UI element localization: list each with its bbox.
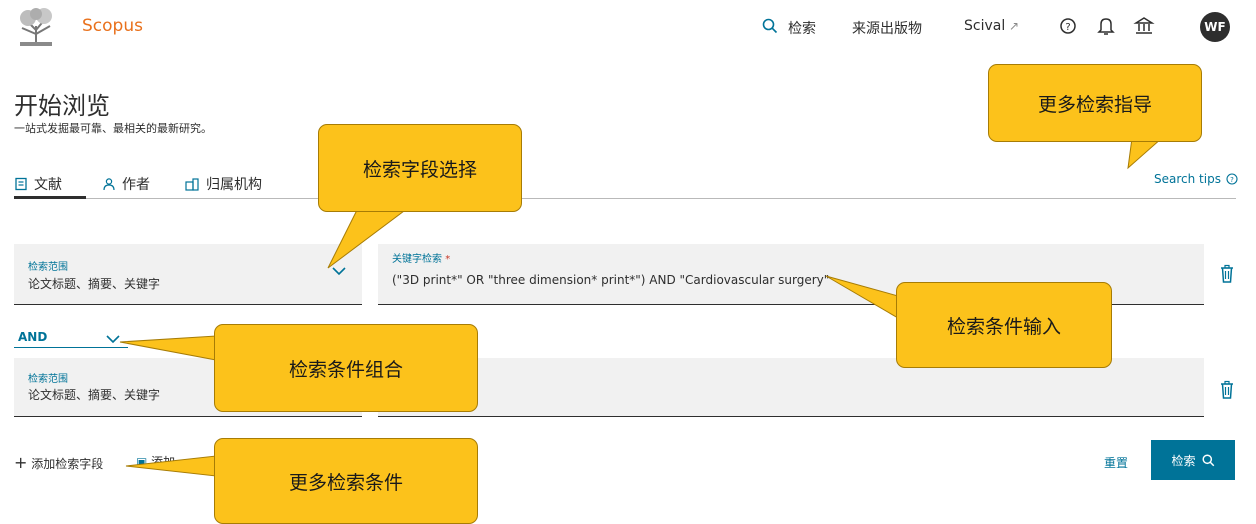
pointer-condition-combine	[119, 335, 217, 361]
callout-more-tips: 更多检索指导	[988, 64, 1202, 142]
pointer-more-tips	[1127, 137, 1164, 170]
callout-condition-combine: 检索条件组合	[214, 324, 478, 412]
callout-more-conditions: 更多检索条件	[214, 438, 478, 524]
callout-field-select: 检索字段选择	[318, 124, 522, 212]
pointer-field-select	[327, 207, 410, 269]
pointer-condition-input	[825, 275, 899, 319]
callout-condition-input: 检索条件输入	[896, 282, 1112, 368]
pointer-more-conditions	[125, 455, 217, 477]
